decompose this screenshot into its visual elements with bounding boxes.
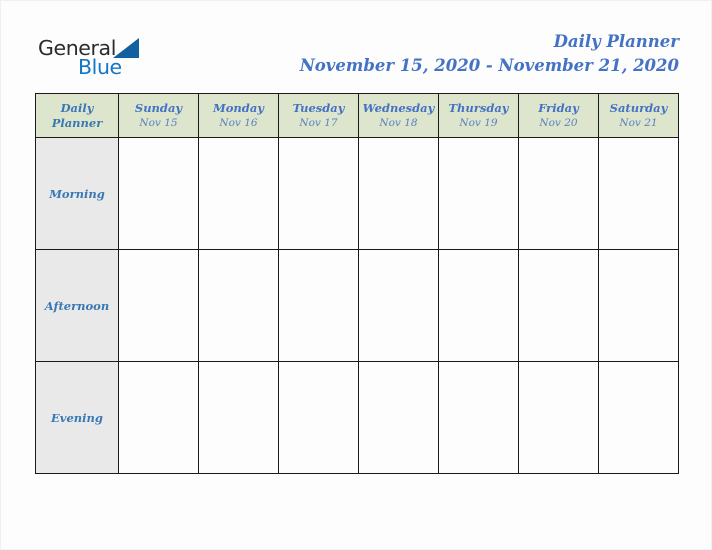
slot-afternoon-monday[interactable]	[198, 249, 279, 362]
slot-evening-tuesday[interactable]	[278, 361, 359, 474]
slot-morning-thursday[interactable]	[438, 137, 519, 250]
day-date-label: Nov 21	[619, 117, 658, 129]
column-header-tuesday: Tuesday Nov 17	[278, 93, 359, 138]
general-blue-logo: General Blue	[38, 37, 208, 81]
day-name-label: Monday	[213, 101, 264, 115]
corner-label-line1: Daily	[60, 100, 94, 115]
corner-label-line2: Planner	[51, 115, 103, 130]
slot-evening-friday[interactable]	[518, 361, 599, 474]
column-header-monday: Monday Nov 16	[198, 93, 279, 138]
slot-evening-saturday[interactable]	[598, 361, 679, 474]
page-title: Daily Planner	[553, 32, 679, 51]
row-label-text: Afternoon	[44, 298, 110, 313]
slot-afternoon-thursday[interactable]	[438, 249, 519, 362]
day-name-label: Tuesday	[292, 101, 345, 115]
table-row: Evening	[35, 361, 679, 474]
slot-morning-wednesday[interactable]	[358, 137, 439, 250]
slot-afternoon-friday[interactable]	[518, 249, 599, 362]
slot-afternoon-sunday[interactable]	[118, 249, 199, 362]
day-date-label: Nov 19	[459, 117, 498, 129]
page-header: General Blue Daily Planner November 15, …	[1, 1, 712, 89]
date-range-label: November 15, 2020 - November 21, 2020	[299, 56, 679, 75]
day-name-label: Sunday	[134, 101, 183, 115]
slot-afternoon-wednesday[interactable]	[358, 249, 439, 362]
slot-morning-sunday[interactable]	[118, 137, 199, 250]
day-date-label: Nov 20	[539, 117, 578, 129]
planner-page: General Blue Daily Planner November 15, …	[0, 0, 712, 550]
column-header-wednesday: Wednesday Nov 18	[358, 93, 439, 138]
title-block: Daily Planner November 15, 2020 - Novemb…	[300, 31, 679, 78]
table-header-row: Daily Planner Sunday Nov 15 Monday Nov 1…	[35, 93, 679, 138]
table-row: Morning	[35, 137, 679, 250]
slot-morning-tuesday[interactable]	[278, 137, 359, 250]
daily-planner-table: Daily Planner Sunday Nov 15 Monday Nov 1…	[35, 93, 679, 474]
slot-evening-thursday[interactable]	[438, 361, 519, 474]
table-corner-cell: Daily Planner	[35, 93, 119, 138]
slot-morning-monday[interactable]	[198, 137, 279, 250]
slot-morning-friday[interactable]	[518, 137, 599, 250]
row-label-text: Morning	[49, 186, 105, 201]
day-date-label: Nov 17	[299, 117, 338, 129]
slot-morning-saturday[interactable]	[598, 137, 679, 250]
day-name-label: Wednesday	[362, 101, 435, 115]
slot-afternoon-saturday[interactable]	[598, 249, 679, 362]
column-header-saturday: Saturday Nov 21	[598, 93, 679, 138]
slot-afternoon-tuesday[interactable]	[278, 249, 359, 362]
row-label-morning: Morning	[35, 137, 119, 250]
day-name-label: Friday	[538, 101, 579, 115]
slot-evening-wednesday[interactable]	[358, 361, 439, 474]
day-date-label: Nov 18	[379, 117, 418, 129]
table-row: Afternoon	[35, 249, 679, 362]
slot-evening-sunday[interactable]	[118, 361, 199, 474]
slot-evening-monday[interactable]	[198, 361, 279, 474]
row-label-evening: Evening	[35, 361, 119, 474]
column-header-sunday: Sunday Nov 15	[118, 93, 199, 138]
logo-text-blue: Blue	[78, 55, 122, 79]
row-label-text: Evening	[51, 410, 103, 425]
column-header-thursday: Thursday Nov 19	[438, 93, 519, 138]
day-name-label: Saturday	[609, 101, 668, 115]
day-name-label: Thursday	[448, 101, 509, 115]
column-header-friday: Friday Nov 20	[518, 93, 599, 138]
day-date-label: Nov 15	[139, 117, 178, 129]
day-date-label: Nov 16	[219, 117, 258, 129]
row-label-afternoon: Afternoon	[35, 249, 119, 362]
